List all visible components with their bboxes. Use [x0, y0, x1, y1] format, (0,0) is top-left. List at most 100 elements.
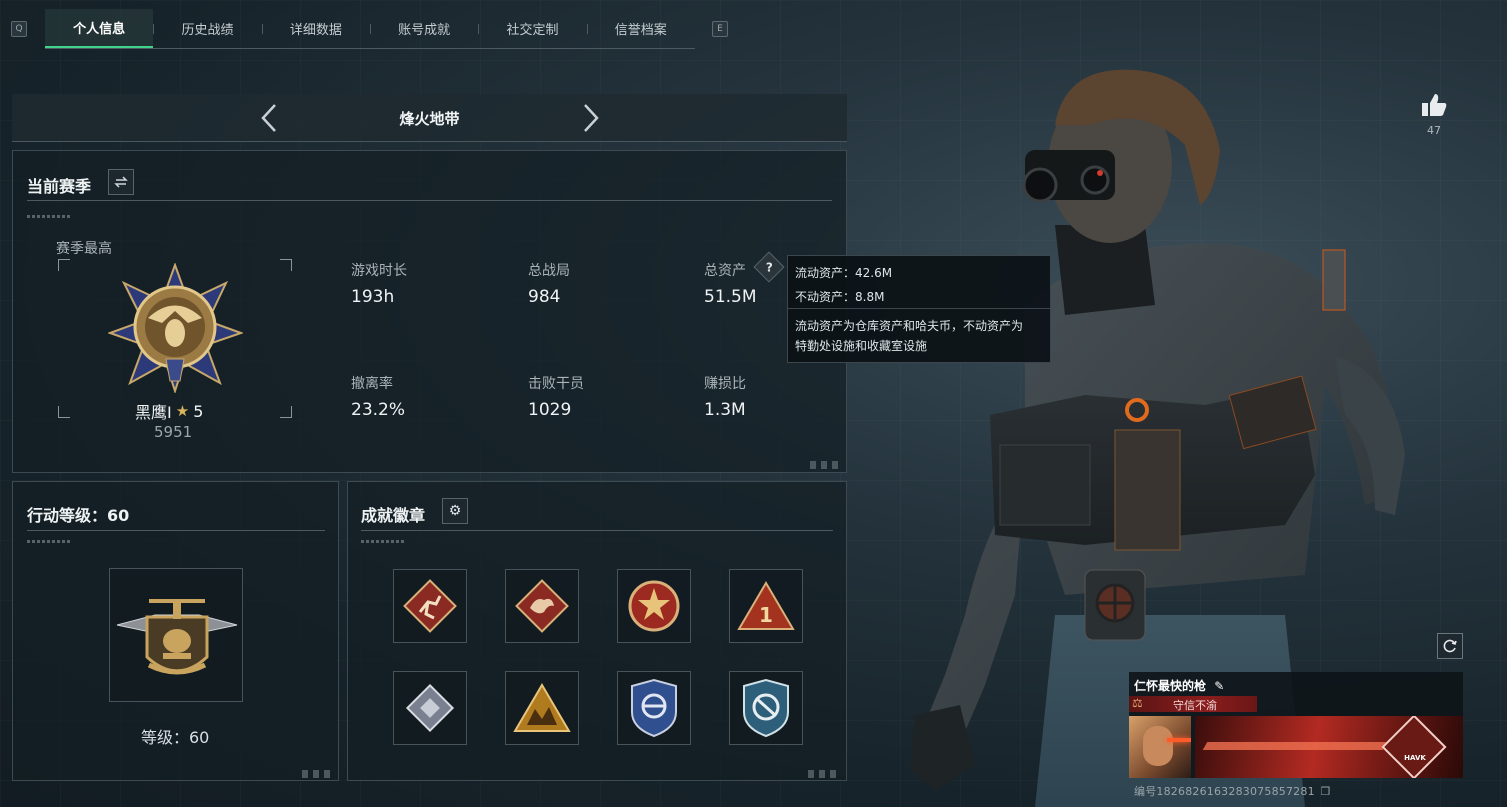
runner-badge-icon — [403, 579, 457, 633]
stat-value-total-assets: 51.5M — [704, 287, 757, 307]
player-namecard-banner: HAVK — [1195, 716, 1463, 778]
black-hawk-rank-emblem-icon — [108, 263, 243, 393]
gold-triangle-badge-icon — [513, 683, 571, 732]
season-highest-label: 赛季最高 — [56, 241, 112, 257]
tooltip-fixed-assets: 不动资产：8.8M — [795, 290, 885, 304]
copy-id-icon[interactable]: ❐ — [1320, 785, 1330, 798]
frame-corner — [280, 406, 292, 418]
gear-icon: ⚙ — [448, 503, 462, 519]
tooltip-description-line2: 特勤处设施和收藏室设施 — [795, 339, 928, 353]
stat-value-play-time: 193h — [351, 287, 395, 307]
action-level-divider — [27, 530, 325, 531]
badge-slot-8[interactable] — [729, 671, 803, 745]
stat-value-operators-defeated: 1029 — [528, 400, 572, 420]
stat-value-total-matches: 984 — [528, 287, 561, 307]
svg-text:1: 1 — [759, 603, 773, 627]
banner-brand-text: HAVK — [1404, 754, 1426, 762]
assets-tooltip: 流动资产：42.6M 不动资产：8.8M 流动资产为仓库资产和哈夫币，不动资产为… — [787, 255, 1051, 363]
refresh-icon — [1443, 639, 1457, 653]
action-level-title: 行动等级：60 — [27, 506, 130, 525]
badge-slot-5[interactable] — [393, 671, 467, 745]
rank-name-row: 黑鹰I ★ 5 — [135, 399, 203, 423]
switch-season-button[interactable] — [108, 169, 134, 195]
star-emblem-badge-icon — [628, 580, 680, 632]
reputation-text: 守信不渝 — [1173, 699, 1217, 712]
stat-label-extraction-rate: 撤离率 — [351, 376, 393, 392]
stat-label-profit-loss-ratio: 赚损比 — [704, 376, 746, 392]
stat-label-operators-defeated: 击败干员 — [528, 376, 584, 392]
tooltip-divider — [788, 308, 1050, 309]
prev-tab-key-hint[interactable]: Q — [11, 21, 27, 37]
badges-settings-button[interactable]: ⚙ — [442, 498, 468, 524]
tab-social-customization[interactable]: 社交定制 — [478, 9, 586, 48]
player-id: 编号1826826163283075857281 ❐ — [1134, 783, 1331, 799]
assets-help-button[interactable]: ? — [753, 251, 785, 283]
rank-name: 黑鹰I — [135, 403, 172, 422]
action-level-panel: 行动等级：60 等级：60 — [12, 481, 339, 781]
tooltip-description-line1: 流动资产为仓库资产和哈夫币，不动资产为 — [795, 319, 1024, 333]
frame-corner — [58, 406, 70, 418]
badges-dash — [361, 540, 405, 543]
silver-diamond-badge-icon — [405, 683, 455, 733]
rank-star-count: 5 — [193, 401, 204, 421]
like-button[interactable]: 47 — [1418, 92, 1450, 142]
player-name: 仁怀最快的枪 ✎ — [1134, 677, 1224, 694]
panel-dots — [808, 770, 838, 778]
player-avatar — [1129, 716, 1191, 778]
badge-slot-4[interactable]: 1 — [729, 569, 803, 643]
mode-selector: 烽火地带 — [12, 94, 847, 142]
tab-detailed-data[interactable]: 详细数据 — [261, 9, 370, 48]
rotate-view-button[interactable] — [1437, 633, 1463, 659]
tab-battle-history[interactable]: 历史战绩 — [153, 9, 261, 48]
badge-slot-6[interactable] — [505, 671, 579, 745]
panel-dots — [302, 770, 332, 778]
question-icon: ? — [765, 260, 773, 274]
panel-dots — [810, 461, 840, 469]
current-season-panel: 当前赛季 赛季最高 黑鹰I ★ 5 5951 游戏时长 193h 总战局 984… — [12, 150, 847, 473]
frame-corner — [58, 259, 70, 271]
swap-icon — [114, 176, 128, 188]
tab-personal-info[interactable]: 个人信息 — [45, 9, 154, 48]
rank-score: 5951 — [154, 423, 193, 441]
player-id-text: 编号1826826163283075857281 — [1134, 785, 1315, 798]
banner-streak — [1202, 742, 1388, 750]
reputation-scale-icon: ⚖ — [1132, 696, 1143, 710]
avatar-eye-glow — [1167, 738, 1191, 742]
tab-bar: 个人信息 历史战绩 详细数据 账号成就 社交定制 信誉档案 — [45, 9, 695, 49]
stat-label-play-time: 游戏时长 — [351, 263, 407, 279]
helicopter-level-emblem-icon — [116, 599, 238, 675]
badge-slot-7[interactable] — [617, 671, 691, 745]
next-tab-key-hint[interactable]: E — [712, 21, 728, 37]
season-title-divider — [27, 200, 832, 201]
like-count: 47 — [1427, 124, 1441, 137]
badge-slot-1[interactable] — [393, 569, 467, 643]
tab-reputation-record[interactable]: 信誉档案 — [586, 9, 695, 48]
tooltip-liquid-assets: 流动资产：42.6M — [795, 266, 893, 280]
achievement-badges-panel: 成就徽章 ⚙ 1 — [347, 481, 847, 781]
stat-value-profit-loss-ratio: 1.3M — [704, 400, 746, 420]
level-text: 等级：60 — [141, 728, 210, 747]
banner-brand — [1381, 716, 1447, 778]
stat-value-extraction-rate: 23.2% — [351, 400, 406, 420]
dragon-badge-icon — [515, 579, 569, 633]
player-name-text: 仁怀最快的枪 — [1134, 679, 1207, 693]
mode-title: 烽火地带 — [399, 110, 460, 128]
badges-divider — [361, 530, 833, 531]
action-level-emblem-frame — [109, 568, 243, 702]
badges-title: 成就徽章 — [361, 506, 426, 525]
reputation-bar: ⚖ 守信不渝 — [1129, 696, 1257, 712]
blue-shield-badge-icon — [631, 678, 677, 738]
frame-corner — [280, 259, 292, 271]
teal-shield-badge-icon — [743, 678, 789, 738]
player-card: 仁怀最快的枪 ✎ ⚖ 守信不渝 HAVK — [1129, 672, 1463, 778]
action-level-dash — [27, 540, 71, 543]
stat-label-total-matches: 总战局 — [528, 263, 570, 279]
next-mode-arrow-icon[interactable] — [575, 102, 605, 134]
badge-slot-3[interactable] — [617, 569, 691, 643]
stat-label-total-assets: 总资产 — [704, 263, 746, 279]
thumbs-up-icon — [1422, 94, 1447, 116]
badge-slot-2[interactable] — [505, 569, 579, 643]
edit-name-icon[interactable]: ✎ — [1214, 679, 1224, 693]
tab-account-achievements[interactable]: 账号成就 — [369, 9, 478, 48]
number-one-badge-icon: 1 — [737, 581, 795, 630]
